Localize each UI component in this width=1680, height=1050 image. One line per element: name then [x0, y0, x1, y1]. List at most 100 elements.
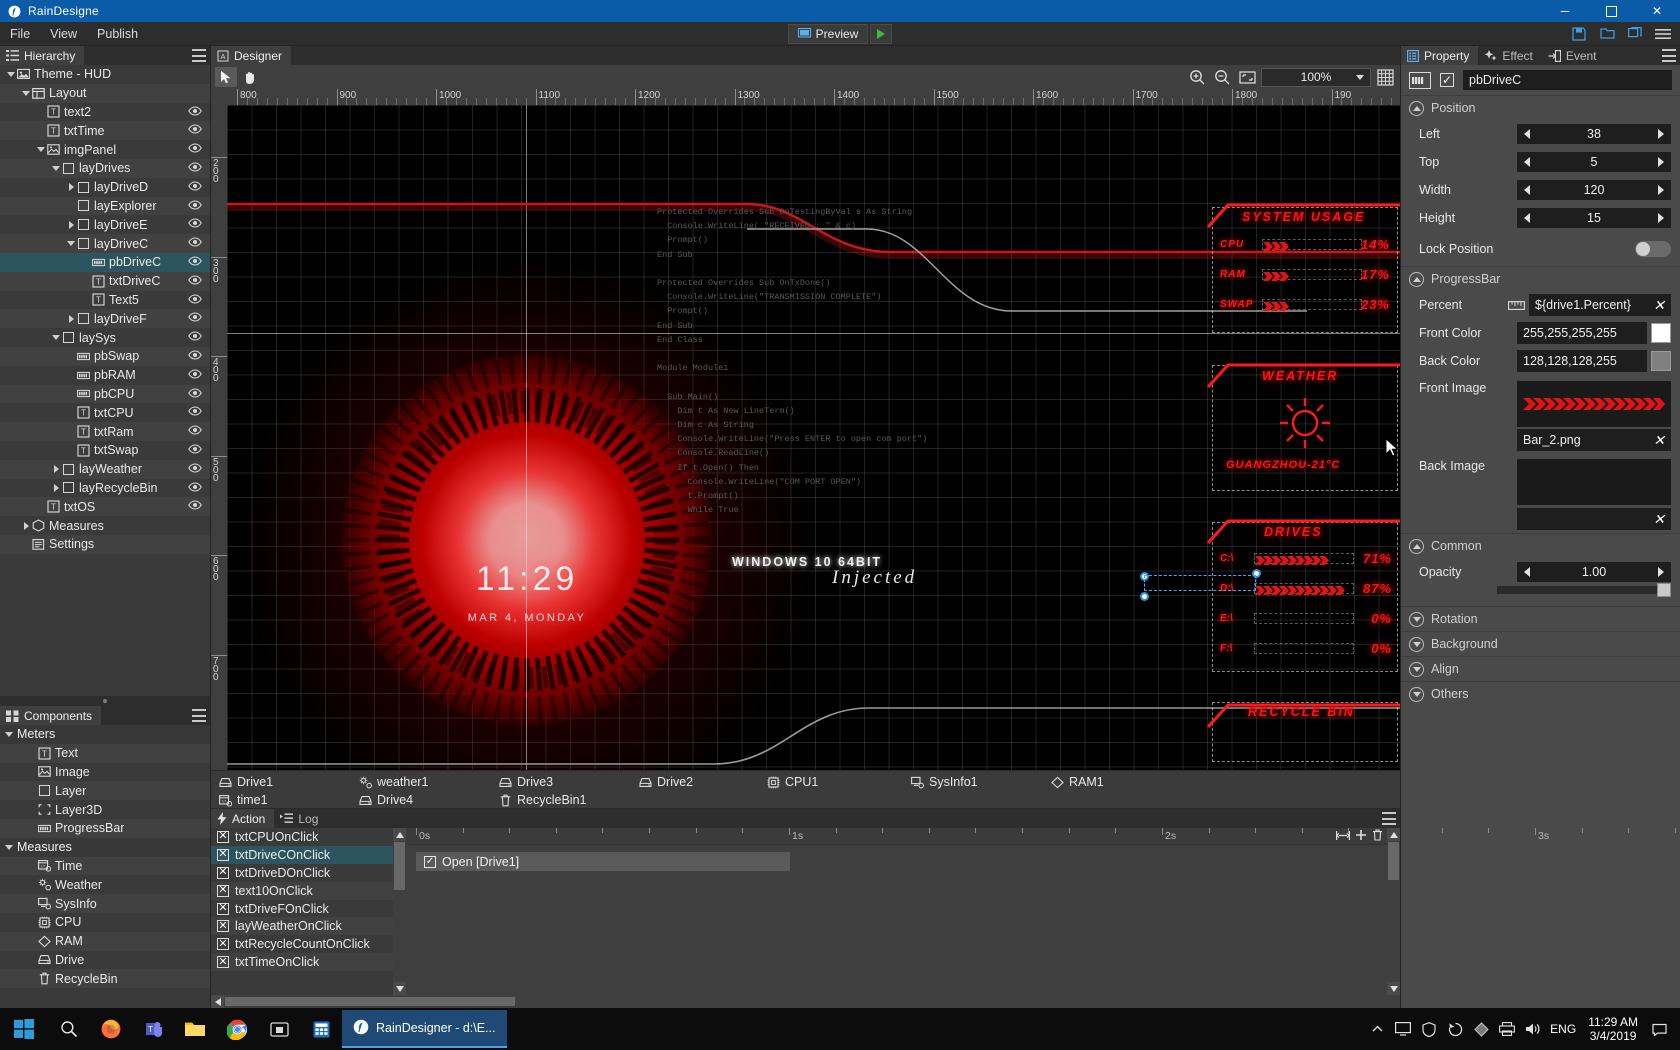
tree-item-txtdrivec[interactable]: TtxtDriveC — [0, 272, 210, 291]
tree-twisty[interactable] — [66, 423, 76, 441]
tree-item-laysys[interactable]: laySys — [0, 328, 210, 347]
tree-item-txtcpu[interactable]: TtxtCPU — [0, 403, 210, 422]
action-list-scrollbar[interactable] — [393, 828, 406, 995]
action-item-checkbox[interactable]: ✕ — [217, 849, 229, 861]
action-item-txtdrivedonclick[interactable]: ✕txtDriveDOnClick — [211, 864, 393, 882]
bottom-menu-icon[interactable] — [1382, 812, 1396, 825]
tree-item-imgpanel[interactable]: imgPanel — [0, 140, 210, 159]
action-item-txtrecyclecountonclick[interactable]: ✕txtRecycleCountOnClick — [211, 935, 393, 953]
back-image-file-input[interactable]: ✕ — [1517, 508, 1671, 530]
pan-tool-button[interactable] — [239, 67, 261, 87]
scroll-thumb[interactable] — [394, 842, 405, 890]
front-image-file-input[interactable]: Bar_2.png ✕ — [1517, 429, 1671, 451]
others-section-header[interactable]: Others — [1401, 682, 1680, 706]
lock-position-toggle[interactable] — [1635, 241, 1671, 257]
tree-twisty[interactable] — [51, 479, 61, 497]
components-menu-icon[interactable] — [192, 709, 206, 722]
eye-icon[interactable] — [188, 181, 202, 191]
tree-item-pbcpu[interactable]: pbCPU — [0, 385, 210, 404]
timeline-scrollbar[interactable] — [1387, 828, 1400, 995]
design-canvas[interactable]: 11:29 MAR 4, MONDAY Protected Overrides … — [227, 105, 1400, 770]
eye-icon[interactable] — [188, 162, 202, 172]
zoom-fit-icon[interactable] — [1236, 67, 1258, 87]
teams-icon[interactable]: T — [132, 1008, 174, 1050]
action-item-checkbox[interactable]: ✕ — [217, 956, 229, 968]
hierarchy-tree[interactable]: Theme - HUDLayoutTtext2TtxtTimeimgPanell… — [0, 65, 210, 696]
stepper-decrement-icon[interactable] — [1524, 213, 1530, 223]
tree-twisty[interactable] — [66, 404, 76, 422]
action-item-txtdrivefonclick[interactable]: ✕txtDriveFOnClick — [211, 900, 393, 918]
stepper-increment-icon[interactable] — [1658, 129, 1664, 139]
menu-item-publish[interactable]: Publish — [87, 22, 148, 46]
delete-icon[interactable] — [1372, 829, 1383, 841]
front-image-preview[interactable] — [1517, 381, 1671, 427]
opacity-stepper[interactable]: 1.00 — [1517, 562, 1671, 582]
clear-icon[interactable]: ✕ — [1653, 298, 1665, 312]
tree-item-text2[interactable]: Ttext2 — [0, 103, 210, 122]
eye-icon[interactable] — [188, 444, 202, 454]
measure-item-recyclebin1[interactable]: RecycleBin1 — [499, 793, 586, 807]
tree-twisty[interactable] — [36, 122, 46, 140]
component-item-drive[interactable]: Drive — [0, 951, 210, 970]
timeline-hscrollbar[interactable] — [211, 995, 1400, 1008]
rotation-section-header[interactable]: Rotation — [1401, 607, 1680, 631]
tree-item-txtram[interactable]: TtxtRam — [0, 422, 210, 441]
twisty-collapsed-icon[interactable] — [54, 484, 59, 492]
components-group-meters[interactable]: Meters — [0, 725, 210, 744]
components-group-measures[interactable]: Measures — [0, 838, 210, 857]
tree-item-txtos[interactable]: TtxtOS — [0, 497, 210, 516]
position-height-stepper[interactable]: 15 — [1517, 208, 1671, 228]
visibility-toggle-icon[interactable] — [188, 424, 202, 438]
action-item-text10onclick[interactable]: ✕text10OnClick — [211, 882, 393, 900]
opacity-slider[interactable] — [1497, 586, 1671, 594]
action-item-txttimeonclick[interactable]: ✕txtTimeOnClick — [211, 953, 393, 971]
eye-icon[interactable] — [188, 406, 202, 416]
action-list[interactable]: ✕txtCPUOnClick✕txtDriveCOnClick✕txtDrive… — [211, 828, 393, 995]
visibility-toggle-icon[interactable] — [188, 349, 202, 363]
component-item-time[interactable]: 17Time — [0, 857, 210, 876]
tab-log[interactable]: Log — [274, 809, 327, 828]
eye-icon[interactable] — [188, 218, 202, 228]
action-item-checkbox[interactable]: ✕ — [217, 831, 229, 843]
twisty-expanded-icon[interactable] — [7, 72, 15, 77]
tree-item-laydrives[interactable]: layDrives — [0, 159, 210, 178]
position-top-stepper[interactable]: 5 — [1517, 152, 1671, 172]
windows-start-icon[interactable] — [0, 1008, 48, 1050]
preview-button[interactable]: Preview — [788, 24, 869, 44]
element-enabled-checkbox[interactable]: ✓ — [1440, 73, 1454, 87]
tree-twisty[interactable] — [81, 291, 91, 309]
visibility-toggle-icon[interactable] — [188, 105, 202, 119]
minimize-button[interactable]: ─ — [1542, 0, 1588, 22]
component-item-ram[interactable]: RAM — [0, 932, 210, 951]
tree-twisty[interactable] — [66, 197, 76, 215]
zoom-level-select[interactable]: 100% — [1261, 68, 1371, 87]
element-name-input[interactable] — [1463, 70, 1672, 90]
timeline[interactable]: 3s2s1s0s ✓ Open [Drive1] — [406, 828, 1387, 995]
visibility-toggle-icon[interactable] — [188, 499, 202, 513]
tree-twisty[interactable] — [21, 84, 31, 102]
timeline-body[interactable]: ✓ Open [Drive1] — [406, 845, 1387, 995]
tree-item-pbdrivec[interactable]: pbDriveC — [0, 253, 210, 272]
tree-twisty[interactable] — [21, 535, 31, 553]
eye-icon[interactable] — [188, 312, 202, 322]
tab-action[interactable]: Action — [211, 809, 274, 828]
measure-item-time1[interactable]: 17 time1 — [219, 793, 268, 807]
zoom-out-icon[interactable] — [1211, 67, 1233, 87]
grid-toggle-icon[interactable] — [1374, 67, 1396, 87]
position-left-stepper[interactable]: 38 — [1517, 124, 1671, 144]
tree-item-laydrived[interactable]: layDriveD — [0, 178, 210, 197]
measure-item-drive4[interactable]: Drive4 — [359, 793, 413, 807]
stepper-decrement-icon[interactable] — [1524, 185, 1530, 195]
snap-icon[interactable] — [1336, 830, 1350, 841]
tree-twisty[interactable] — [21, 517, 31, 535]
action-item-checkbox[interactable]: ✕ — [217, 903, 229, 915]
visibility-toggle-icon[interactable] — [188, 255, 202, 269]
tree-twisty[interactable] — [36, 103, 46, 121]
tree-twisty[interactable] — [36, 141, 46, 159]
explorer-icon[interactable] — [174, 1008, 216, 1050]
eye-icon[interactable] — [188, 294, 202, 304]
hierarchy-menu-icon[interactable] — [192, 49, 206, 62]
action-item-checkbox[interactable]: ✕ — [217, 867, 229, 879]
eye-icon[interactable] — [188, 369, 202, 379]
front-color-swatch[interactable] — [1651, 323, 1671, 343]
